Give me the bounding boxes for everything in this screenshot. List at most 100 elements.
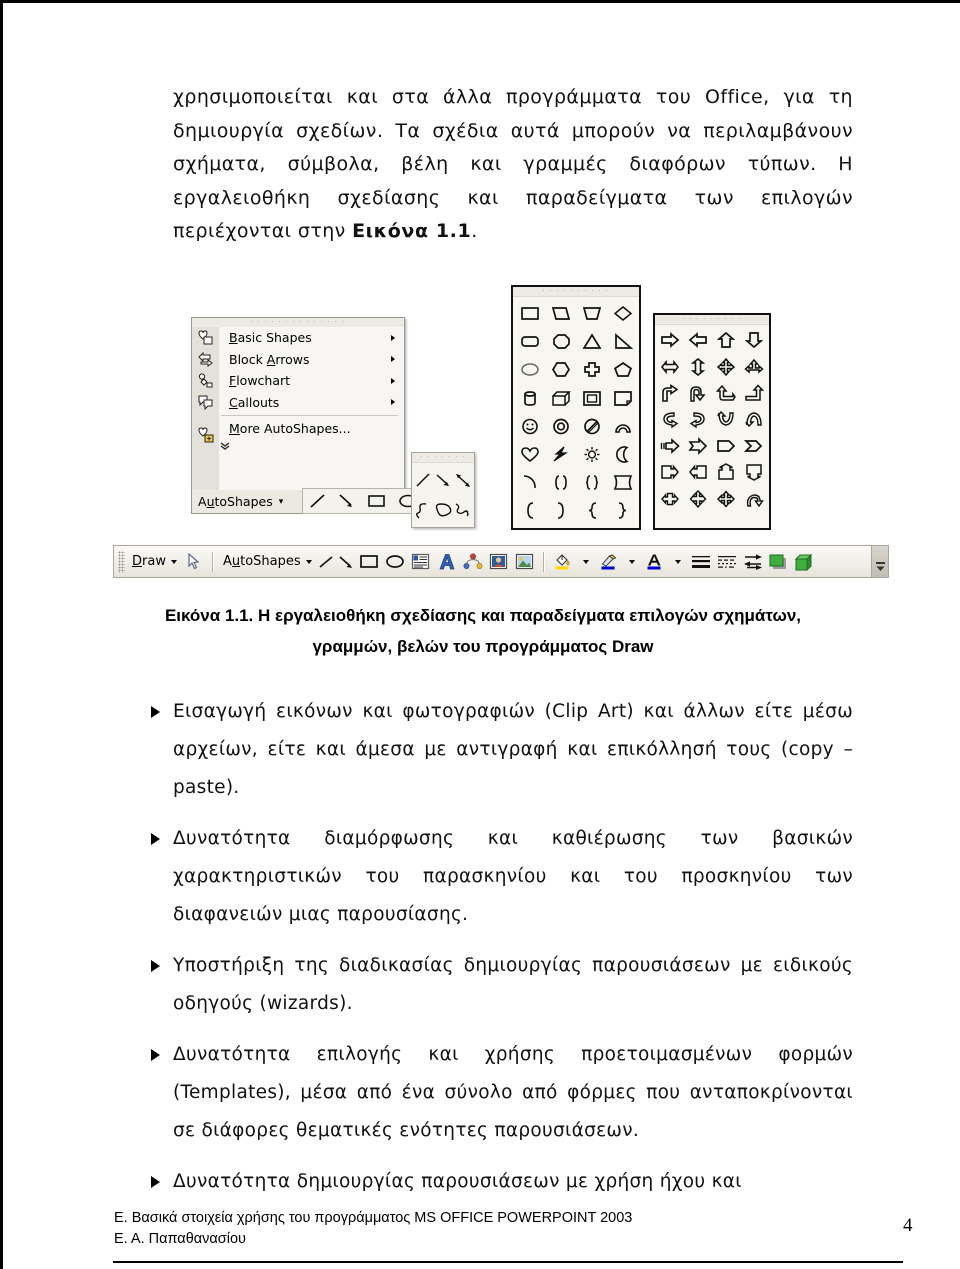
gallery-grip-bar[interactable]: · · · · · · · · · · bbox=[513, 287, 639, 297]
shape-cube-icon[interactable] bbox=[545, 384, 576, 412]
shape-hexagon-icon[interactable] bbox=[545, 355, 576, 383]
shape-plaque-icon[interactable] bbox=[607, 468, 638, 496]
autoshapes-menu[interactable]: · · · · · · · · · · · · · · Basic Shapes… bbox=[191, 317, 405, 491]
shape-double-bracket-icon[interactable] bbox=[545, 468, 576, 496]
shape-right-arrow-icon[interactable] bbox=[656, 327, 684, 353]
shape-curved-right-arrow-icon[interactable] bbox=[684, 406, 712, 432]
gallery-grip-bar[interactable]: · · · · · · · · · bbox=[655, 315, 769, 325]
toolbar-grip-icon[interactable] bbox=[118, 550, 125, 573]
font-color-dropdown[interactable] bbox=[668, 550, 688, 574]
menu-item-block-arrows[interactable]: Block Arrows bbox=[219, 349, 404, 371]
menu-item-flowchart[interactable]: Flowchart bbox=[219, 370, 404, 392]
shape-curved-up-arrow-icon[interactable] bbox=[740, 406, 768, 432]
rectangle-icon[interactable] bbox=[356, 550, 382, 574]
wordart-icon[interactable] bbox=[434, 550, 460, 574]
shape-curved-down-arrow-icon[interactable] bbox=[712, 406, 740, 432]
line-color-icon[interactable] bbox=[596, 550, 622, 574]
menu-item-more-autoshapes[interactable]: More AutoShapes... bbox=[219, 418, 404, 440]
shape-right-arrow-callout-icon[interactable] bbox=[656, 459, 684, 485]
shape-left-up-arrow-icon[interactable] bbox=[712, 380, 740, 406]
fill-color-dropdown[interactable] bbox=[576, 550, 596, 574]
font-color-icon[interactable] bbox=[642, 550, 668, 574]
freeform-icon[interactable] bbox=[433, 495, 453, 526]
menu-item-basic-shapes[interactable]: Basic Shapes bbox=[219, 327, 404, 349]
shape-pentagon-icon[interactable] bbox=[607, 355, 638, 383]
shape-quad-arrow-callout-icon[interactable] bbox=[684, 485, 712, 511]
shape-no-symbol-icon[interactable] bbox=[576, 412, 607, 440]
arrow-icon[interactable] bbox=[336, 550, 356, 574]
menu-item-callouts[interactable]: Callouts bbox=[219, 392, 404, 414]
shadow-style-icon[interactable] bbox=[766, 550, 792, 574]
shape-trapezoid-icon[interactable] bbox=[576, 299, 607, 327]
shape-circular-arrow-icon[interactable] bbox=[740, 485, 768, 511]
shape-bevel-icon[interactable] bbox=[576, 384, 607, 412]
shape-right-bracket-icon[interactable] bbox=[545, 496, 576, 524]
shape-up-arrow-callout-icon[interactable] bbox=[712, 459, 740, 485]
shape-lightning-bolt-icon[interactable] bbox=[545, 440, 576, 468]
rectangle-icon[interactable] bbox=[367, 493, 387, 509]
shape-striped-right-arrow-icon[interactable] bbox=[656, 433, 684, 459]
line-color-dropdown[interactable] bbox=[622, 550, 642, 574]
shape-chevron-arrow-icon[interactable] bbox=[740, 433, 768, 459]
fill-color-icon[interactable] bbox=[550, 550, 576, 574]
clip-art-icon[interactable] bbox=[486, 550, 512, 574]
shape-up-down-arrow-icon[interactable] bbox=[684, 353, 712, 379]
shape-rounded-rectangle-icon[interactable] bbox=[514, 327, 545, 355]
menu-expand-chevron-icon[interactable] bbox=[219, 441, 404, 451]
block-arrows-gallery[interactable]: · · · · · · · · · bbox=[653, 313, 771, 530]
shape-donut-icon[interactable] bbox=[545, 412, 576, 440]
shape-left-right-arrow-callout-icon[interactable] bbox=[656, 485, 684, 511]
shape-right-triangle-icon[interactable] bbox=[607, 327, 638, 355]
basic-shapes-gallery[interactable]: · · · · · · · · · · bbox=[511, 285, 641, 530]
select-objects-icon[interactable] bbox=[181, 550, 207, 574]
shape-arc-icon[interactable] bbox=[514, 468, 545, 496]
shape-quad-arrow-icon[interactable] bbox=[712, 353, 740, 379]
curve-icon[interactable] bbox=[413, 495, 433, 526]
shape-double-brace-icon[interactable] bbox=[576, 468, 607, 496]
shape-heart-icon[interactable] bbox=[514, 440, 545, 468]
flyout-grip-bar[interactable]: · · · · · · · bbox=[412, 453, 474, 463]
shape-down-arrow-callout-icon[interactable] bbox=[740, 459, 768, 485]
shape-diamond-icon[interactable] bbox=[607, 299, 638, 327]
shape-left-brace-icon[interactable] bbox=[576, 496, 607, 524]
shape-left-bracket-icon[interactable] bbox=[514, 496, 545, 524]
shape-smiley-face-icon[interactable] bbox=[514, 412, 545, 440]
shape-folded-corner-icon[interactable] bbox=[607, 384, 638, 412]
shape-left-arrow-callout-icon[interactable] bbox=[684, 459, 712, 485]
line-style-icon[interactable] bbox=[688, 550, 714, 574]
shape-parallelogram-icon[interactable] bbox=[545, 299, 576, 327]
arrow-icon[interactable] bbox=[433, 464, 453, 495]
shape-left-arrow-icon[interactable] bbox=[684, 327, 712, 353]
shape-block-arc-icon[interactable] bbox=[607, 412, 638, 440]
arrow-icon[interactable] bbox=[338, 493, 356, 509]
shape-left-right-up-arrow-icon[interactable] bbox=[740, 353, 768, 379]
shape-octagon-icon[interactable] bbox=[545, 327, 576, 355]
shape-bent-up-arrow-icon[interactable] bbox=[740, 380, 768, 406]
shape-down-arrow-icon[interactable] bbox=[740, 327, 768, 353]
line-icon[interactable] bbox=[413, 464, 433, 495]
line-icon[interactable] bbox=[316, 550, 336, 574]
line-icon[interactable] bbox=[309, 493, 327, 509]
shape-cross-arrow-icon[interactable] bbox=[712, 485, 740, 511]
shape-up-arrow-icon[interactable] bbox=[712, 327, 740, 353]
autoshapes-menu-button[interactable]: Au toShapes bbox=[219, 554, 316, 569]
shape-rectangle-icon[interactable] bbox=[514, 299, 545, 327]
shape-curved-left-arrow-icon[interactable] bbox=[656, 406, 684, 432]
lines-flyout-panel[interactable]: · · · · · · · bbox=[411, 452, 475, 528]
shape-u-turn-arrow-icon[interactable] bbox=[684, 380, 712, 406]
toolbar-overflow-icon[interactable] bbox=[871, 546, 888, 577]
text-box-icon[interactable] bbox=[408, 550, 434, 574]
shape-notched-right-arrow-icon[interactable] bbox=[684, 433, 712, 459]
picture-icon[interactable] bbox=[512, 550, 538, 574]
shape-left-right-arrow-icon[interactable] bbox=[656, 353, 684, 379]
shape-cylinder-icon[interactable] bbox=[514, 384, 545, 412]
double-arrow-icon[interactable] bbox=[453, 464, 473, 495]
arrow-style-icon[interactable] bbox=[740, 550, 766, 574]
draw-menu-button[interactable]: Draw bbox=[128, 554, 181, 569]
dash-style-icon[interactable] bbox=[714, 550, 740, 574]
shape-sun-icon[interactable] bbox=[576, 440, 607, 468]
oval-icon[interactable] bbox=[382, 550, 408, 574]
3d-style-icon[interactable] bbox=[792, 550, 818, 574]
shape-bent-arrow-icon[interactable] bbox=[656, 380, 684, 406]
shape-right-brace-icon[interactable] bbox=[607, 496, 638, 524]
